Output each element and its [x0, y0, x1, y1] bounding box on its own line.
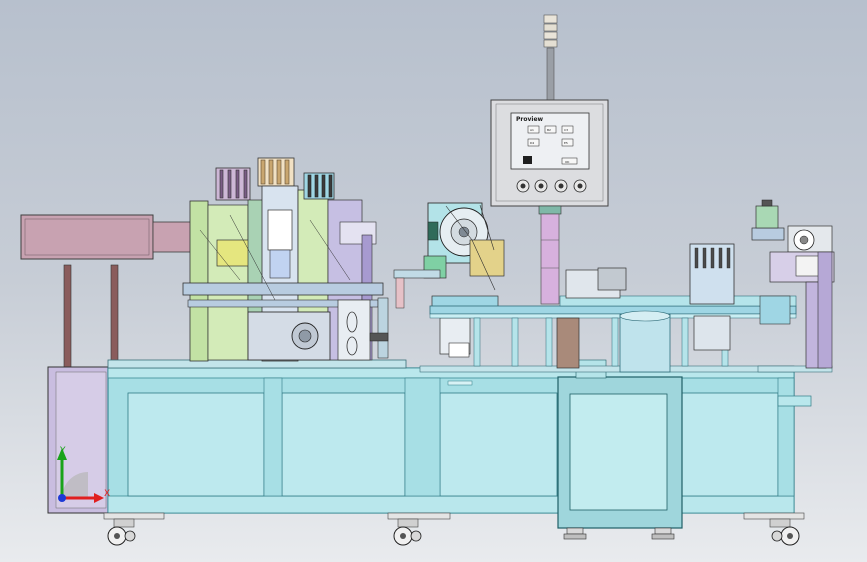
machine-assembly-drawing: Proview A1 B2 C3 D4 E5 OK Y X [20, 14, 835, 546]
cylinder-guard [619, 313, 671, 373]
caster-left [103, 512, 165, 546]
center-taping-module [393, 202, 505, 358]
hmi-support-post [540, 213, 560, 305]
signal-tower [543, 14, 558, 101]
frame-bay-2 [281, 392, 406, 497]
left-tooling-station [182, 157, 389, 362]
hmi-button-3-label: C3 [564, 128, 568, 132]
main-conveyor [429, 267, 797, 373]
right-capping-station [689, 199, 835, 369]
casters [103, 512, 805, 546]
side-handle [777, 395, 812, 407]
frame-bay-4 [681, 392, 779, 497]
axis-y-label: Y [59, 446, 66, 456]
caster-right [743, 512, 805, 546]
left-cantilever-box [20, 214, 200, 370]
hmi-button-2-label: B2 [547, 128, 551, 132]
hmi-button-4-label: D4 [530, 141, 534, 145]
frame-bay-1 [127, 392, 265, 497]
axis-x-label: X [104, 489, 110, 499]
hmi-button-5-label: E5 [564, 141, 568, 145]
hmi-confirm-button[interactable] [523, 156, 532, 164]
front-access-door [557, 359, 683, 529]
hmi-brand: Proview [516, 116, 544, 123]
base-frame [107, 367, 812, 514]
leveling-feet [563, 527, 675, 540]
hmi-button-1-label: A1 [530, 128, 534, 132]
caster-middle [387, 512, 451, 546]
frame-bay-3 [439, 392, 558, 497]
